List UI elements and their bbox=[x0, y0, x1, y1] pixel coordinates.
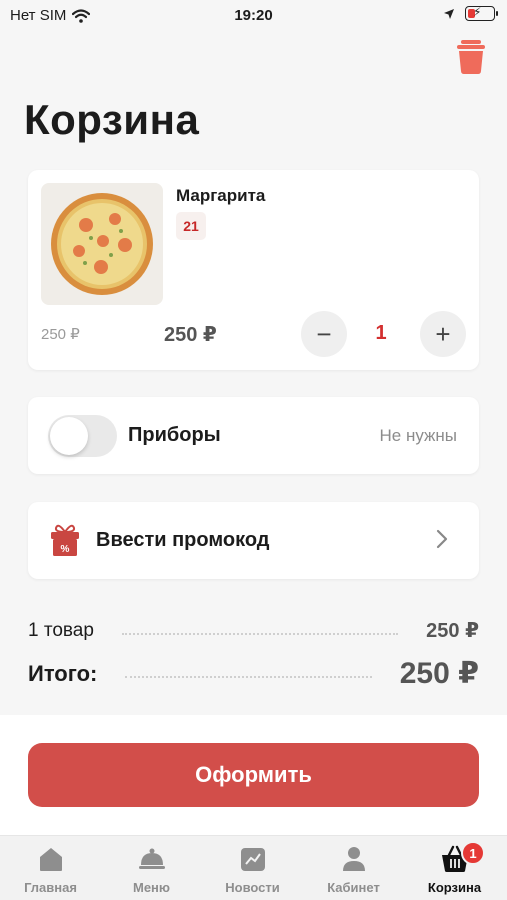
cart-item-card[interactable]: Маргарита 21 250 ₽ 250 ₽ − 1 + bbox=[28, 170, 479, 370]
tab-home[interactable]: Главная bbox=[0, 844, 101, 895]
cutlery-card: Приборы Не нужны bbox=[28, 397, 479, 474]
location-arrow-icon bbox=[444, 8, 454, 19]
profile-icon bbox=[342, 847, 365, 871]
tab-label: Меню bbox=[132, 880, 170, 895]
tab-profile[interactable]: Кабинет bbox=[303, 844, 404, 895]
clock: 19:20 bbox=[234, 7, 273, 24]
tab-label: Новости bbox=[225, 880, 280, 895]
tab-news[interactable]: Новости bbox=[202, 844, 303, 895]
summary-items-row: 1 товар 250 ₽ bbox=[28, 618, 479, 643]
chevron-right-icon bbox=[436, 529, 448, 549]
cart-count-badge: 1 bbox=[461, 841, 485, 865]
promo-label: Ввести промокод bbox=[96, 529, 270, 551]
old-price: 250 ₽ bbox=[41, 326, 80, 343]
cutlery-label: Приборы bbox=[128, 424, 221, 446]
product-badge: 21 bbox=[176, 212, 206, 240]
news-icon bbox=[240, 848, 265, 871]
total-label: Итого: bbox=[28, 660, 98, 686]
checkout-button[interactable]: Оформить bbox=[28, 743, 479, 807]
product-name: Маргарита bbox=[176, 186, 266, 205]
status-bar: Нет SIM 19:20 ⚡ bbox=[0, 0, 507, 34]
toggle-knob bbox=[50, 417, 88, 455]
dotted-leader bbox=[125, 675, 372, 678]
page-title: Корзина bbox=[24, 96, 200, 143]
status-right: ⚡ bbox=[443, 5, 498, 21]
tab-label: Главная bbox=[24, 880, 77, 895]
cutlery-value: Не нужны bbox=[379, 426, 457, 445]
items-count-label: 1 товар bbox=[28, 619, 94, 641]
quantity-value: 1 bbox=[375, 322, 387, 344]
dotted-leader bbox=[121, 632, 399, 635]
trash-icon[interactable] bbox=[457, 40, 485, 74]
items-total-value: 250 ₽ bbox=[426, 620, 479, 642]
gift-percent-icon: % bbox=[51, 524, 79, 556]
charging-bolt-icon: ⚡ bbox=[473, 5, 482, 19]
decrease-quantity-button[interactable]: − bbox=[301, 311, 347, 357]
cloche-icon bbox=[138, 848, 165, 869]
tab-cart[interactable]: Корзина 1 bbox=[404, 841, 505, 895]
total-value: 250 ₽ bbox=[399, 657, 479, 690]
tab-menu[interactable]: Меню bbox=[101, 844, 202, 895]
promo-code-row[interactable]: % Ввести промокод bbox=[28, 502, 479, 579]
battery-icon: ⚡ bbox=[465, 5, 498, 21]
tab-bar: Главная Меню Новости Кабинет Корзина 1 bbox=[0, 835, 507, 900]
pizza-image bbox=[41, 183, 163, 305]
increase-quantity-button[interactable]: + bbox=[420, 311, 466, 357]
item-price: 250 ₽ bbox=[164, 324, 217, 346]
tab-label: Корзина bbox=[427, 880, 482, 895]
cutlery-toggle[interactable] bbox=[48, 415, 117, 457]
summary-total-row: Итого: 250 ₽ bbox=[28, 656, 479, 691]
svg-text:%: % bbox=[61, 544, 70, 555]
home-icon bbox=[39, 848, 62, 871]
tab-label: Кабинет bbox=[327, 880, 380, 895]
